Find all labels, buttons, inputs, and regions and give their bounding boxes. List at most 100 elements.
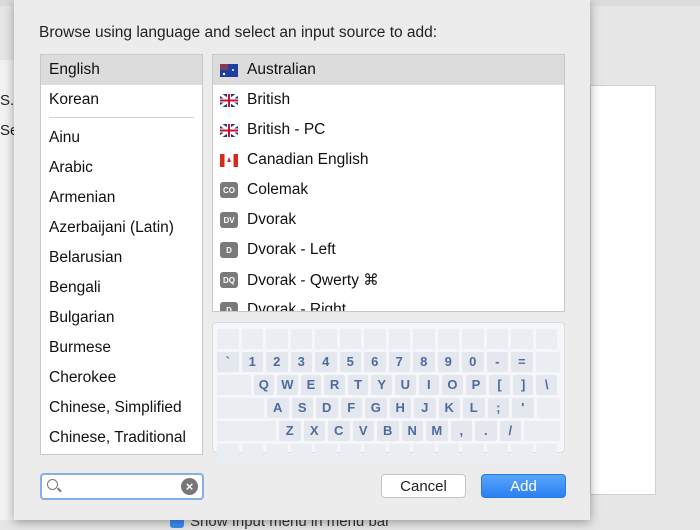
language-item[interactable]: Arabic xyxy=(41,153,202,183)
key: 2 xyxy=(266,352,288,372)
key: 9 xyxy=(437,352,459,372)
key xyxy=(388,329,410,349)
input-source-item[interactable]: DQ Dvorak - Qwerty ⌘ xyxy=(213,265,564,295)
key xyxy=(413,444,435,464)
language-item[interactable]: Burmese xyxy=(41,333,202,363)
key xyxy=(266,444,288,464)
key: Z xyxy=(279,421,301,441)
search-icon xyxy=(47,479,58,490)
language-item[interactable]: English xyxy=(41,55,202,85)
input-source-label: British xyxy=(247,91,291,108)
key: I xyxy=(418,375,440,395)
key: B xyxy=(377,421,399,441)
flag-australia-icon xyxy=(220,63,238,77)
background-panel xyxy=(590,85,656,495)
badge-icon: CO xyxy=(220,182,238,198)
key: X xyxy=(303,421,325,441)
key xyxy=(290,329,312,349)
key: ` xyxy=(217,352,239,372)
language-item[interactable]: Korean xyxy=(41,85,202,115)
key xyxy=(241,329,263,349)
key xyxy=(315,444,337,464)
key: - xyxy=(486,352,508,372)
clear-search-icon[interactable]: × xyxy=(181,478,198,495)
input-source-label: Australian xyxy=(247,61,316,78)
key xyxy=(364,444,386,464)
badge-icon: D xyxy=(220,302,238,311)
key: S xyxy=(291,398,313,418)
input-source-item[interactable]: Canadian English xyxy=(213,145,564,175)
key: Q xyxy=(253,375,275,395)
key: C xyxy=(328,421,350,441)
input-source-item[interactable]: British xyxy=(213,85,564,115)
key xyxy=(535,444,557,464)
language-item[interactable]: Bengali xyxy=(41,273,202,303)
key xyxy=(536,398,560,418)
language-item[interactable]: Ainu xyxy=(41,123,202,153)
key: 8 xyxy=(413,352,435,372)
language-item[interactable]: Azerbaijani (Latin) xyxy=(41,213,202,243)
key xyxy=(241,444,263,464)
keyboard-row: ` 1 2 3 4 5 6 7 8 9 0- = xyxy=(217,352,560,372)
key xyxy=(535,329,557,349)
input-source-item[interactable]: DV Dvorak xyxy=(213,205,564,235)
language-item[interactable]: Bulgarian xyxy=(41,303,202,333)
key: 4 xyxy=(315,352,337,372)
key xyxy=(535,352,560,372)
input-source-item[interactable]: D Dvorak - Left xyxy=(213,235,564,265)
key xyxy=(217,398,264,418)
input-source-label: Colemak xyxy=(247,181,309,198)
key: F xyxy=(340,398,362,418)
key: . xyxy=(475,421,497,441)
key: A xyxy=(267,398,289,418)
search-input[interactable] xyxy=(66,477,176,496)
key xyxy=(339,329,361,349)
key xyxy=(290,444,312,464)
language-item[interactable]: Belarusian xyxy=(41,243,202,273)
key: = xyxy=(511,352,533,372)
input-source-item[interactable]: British - PC xyxy=(213,115,564,145)
cancel-button[interactable]: Cancel xyxy=(381,474,466,498)
key: O xyxy=(442,375,463,395)
key: U xyxy=(394,375,416,395)
keyboard-preview: ` 1 2 3 4 5 6 7 8 9 0- = Q W E R T Y U I O P[] \ A S D F G H J K L; ' Z X C… xyxy=(212,322,565,464)
key: T xyxy=(347,375,369,395)
add-button[interactable]: Add xyxy=(481,474,566,498)
flag-canada-icon xyxy=(220,153,238,167)
search-field[interactable]: × xyxy=(40,473,204,500)
key: E xyxy=(300,375,322,395)
keyboard-row xyxy=(217,329,560,349)
key xyxy=(437,329,459,349)
input-source-label: Dvorak - Left xyxy=(247,241,336,258)
language-item[interactable]: Chinese, Simplified xyxy=(41,393,202,423)
input-source-label: British - PC xyxy=(247,121,326,138)
input-source-item[interactable]: D Dvorak - Right xyxy=(213,295,564,312)
key: 0 xyxy=(462,352,484,372)
language-item[interactable]: Chinese, Traditional xyxy=(41,423,202,453)
key: 1 xyxy=(241,352,263,372)
input-source-label: Dvorak - Right xyxy=(247,301,347,312)
badge-icon: DQ xyxy=(220,272,238,288)
key: V xyxy=(352,421,374,441)
key xyxy=(217,329,239,349)
key: P xyxy=(465,375,487,395)
input-source-list[interactable]: Australian British British - PC Canadian En… xyxy=(212,54,565,312)
key: K xyxy=(438,398,460,418)
input-source-item[interactable]: Australian xyxy=(213,55,564,85)
key: M xyxy=(426,421,448,441)
input-source-label: Dvorak xyxy=(247,211,297,228)
key xyxy=(511,444,533,464)
dialog-title: Browse using language and select an inpu… xyxy=(39,24,438,41)
key xyxy=(511,329,533,349)
language-list[interactable]: English Korean Ainu Arabic Armenian Azerbaija… xyxy=(40,54,203,455)
key: ; xyxy=(487,398,509,418)
key xyxy=(217,375,251,395)
key: W xyxy=(277,375,298,395)
language-item[interactable]: Armenian xyxy=(41,183,202,213)
input-source-item[interactable]: CO Colemak xyxy=(213,175,564,205)
key: H xyxy=(389,398,411,418)
key: \ xyxy=(536,375,558,395)
language-item[interactable]: Cherokee xyxy=(41,363,202,393)
key xyxy=(413,329,435,349)
key xyxy=(462,329,484,349)
